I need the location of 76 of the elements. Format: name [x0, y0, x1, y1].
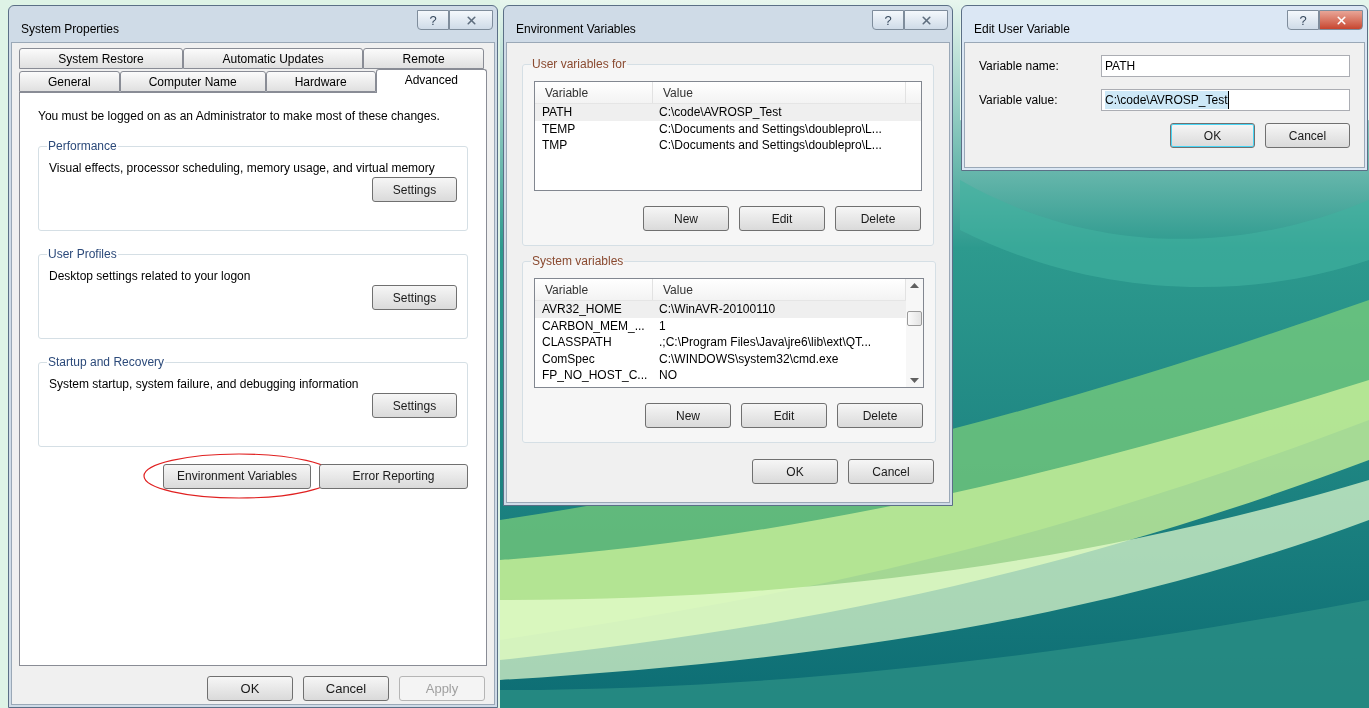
- help-button[interactable]: ?: [417, 10, 449, 30]
- tab[interactable]: Computer Name: [119, 71, 266, 92]
- group-title: Performance: [47, 138, 118, 155]
- group-title: User variables for: [531, 56, 628, 73]
- column-header[interactable]: Variable: [535, 82, 653, 103]
- scrollbar[interactable]: [906, 279, 923, 387]
- table-cell-text: PATH: [541, 104, 574, 122]
- list-button[interactable]: Delete: [837, 403, 923, 428]
- field-label: Variable value:: [979, 92, 1059, 109]
- variable-list[interactable]: Variable Value PATH C:\code\AVROSP_Test TEMP C:\Documents and Settings\doublepro\L... TMP C:\Documents and Settings\doublepro\L...: [534, 81, 922, 191]
- settings-button[interactable]: Settings: [372, 177, 457, 202]
- close-icon: [1334, 13, 1348, 27]
- table-cell-text: 1: [658, 317, 666, 335]
- variable-list[interactable]: Variable Value AVR32_HOME C:\WinAVR-20100110 CARBON_MEM_... 1 CLASSPATH .;C:\Program Files\Java\jre6\lib\ext\QT... ComSpec C:\WINDOWS\system32\cmd.exe FP_NO_HOST_C... NO: [534, 278, 924, 388]
- table-cell-text: C:\WINDOWS\system32\cmd.exe: [658, 350, 839, 368]
- group-title: User Profiles: [47, 246, 118, 263]
- tab[interactable]: Advanced: [375, 69, 487, 93]
- table-cell-text: CLASSPATH: [541, 334, 613, 352]
- tab[interactable]: Hardware: [265, 71, 376, 92]
- scroll-up-icon[interactable]: [910, 283, 919, 288]
- tab[interactable]: Automatic Updates: [183, 48, 364, 69]
- table-cell-text: C:\code\AVROSP_Test: [658, 104, 782, 122]
- group-title: Startup and Recovery: [47, 354, 166, 371]
- close-button[interactable]: [1319, 10, 1363, 30]
- footer-button[interactable]: OK: [1170, 123, 1255, 148]
- list-button[interactable]: New: [645, 403, 731, 428]
- group-title: System variables: [531, 253, 625, 270]
- dialog-button[interactable]: Environment Variables: [163, 463, 311, 489]
- text-field[interactable]: C:\code\AVROSP_Test: [1101, 89, 1350, 111]
- window-title: Edit User Variable: [974, 21, 1070, 38]
- column-header[interactable]: Value: [653, 82, 906, 103]
- group-description: Desktop settings related to your logon: [49, 268, 252, 285]
- tab[interactable]: System Restore: [19, 48, 184, 69]
- settings-button[interactable]: Settings: [372, 393, 457, 418]
- footer-button[interactable]: Cancel: [1265, 123, 1350, 148]
- window-title: System Properties: [21, 21, 120, 38]
- footer-button[interactable]: OK: [207, 676, 293, 701]
- list-button[interactable]: Edit: [741, 403, 827, 428]
- tab[interactable]: General: [19, 71, 120, 92]
- table-cell-text: AVR32_HOME: [541, 301, 623, 319]
- scroll-down-icon[interactable]: [910, 378, 919, 383]
- table-cell-text: NO: [658, 367, 677, 385]
- group-description: System startup, system failure, and debugging information: [49, 376, 360, 393]
- table-cell-text: FP_NO_HOST_C...: [541, 367, 649, 385]
- table-cell-text: .;C:\Program Files\Java\jre6\lib\ext\QT...: [658, 334, 872, 352]
- dialog-button[interactable]: Error Reporting: [319, 463, 468, 489]
- table-cell-text: C:\WinAVR-20100110: [658, 301, 776, 319]
- scroll-thumb[interactable]: [907, 310, 922, 326]
- group-description: Visual effects, processor scheduling, memory usage, and virtual memory: [49, 160, 436, 177]
- table-cell-text: C:\Documents and Settings\doublepro\L...: [658, 137, 882, 155]
- list-button[interactable]: New: [643, 206, 729, 231]
- footer-button[interactable]: Cancel: [303, 676, 389, 701]
- footer-button[interactable]: OK: [752, 459, 838, 484]
- table-cell-text: CARBON_MEM_...: [541, 317, 646, 335]
- table-cell-text: ComSpec: [541, 350, 596, 368]
- close-icon: [464, 13, 478, 27]
- notice-text: You must be logged on as an Administrator to make most of these changes.: [38, 108, 441, 125]
- window-title: Environment Variables: [516, 21, 636, 38]
- tab[interactable]: Remote: [363, 48, 484, 69]
- list-row[interactable]: PATH C:\code\AVROSP_Test: [535, 104, 921, 121]
- table-cell-text: C:\Documents and Settings\doublepro\L...: [658, 120, 882, 138]
- list-row[interactable]: AVR32_HOME C:\WinAVR-20100110: [535, 301, 906, 318]
- text-field[interactable]: PATH: [1101, 55, 1350, 77]
- help-button[interactable]: ?: [1287, 10, 1319, 30]
- close-button[interactable]: [904, 10, 948, 30]
- footer-button[interactable]: Cancel: [848, 459, 934, 484]
- field-label: Variable name:: [979, 58, 1060, 75]
- table-cell-text: TMP: [541, 137, 569, 155]
- settings-button[interactable]: Settings: [372, 285, 457, 310]
- table-cell-text: TEMP: [541, 120, 577, 138]
- close-button[interactable]: [449, 10, 493, 30]
- column-header[interactable]: Variable: [535, 279, 653, 300]
- close-icon: [919, 13, 933, 27]
- list-button[interactable]: Edit: [739, 206, 825, 231]
- help-button[interactable]: ?: [872, 10, 904, 30]
- list-button[interactable]: Delete: [835, 206, 921, 231]
